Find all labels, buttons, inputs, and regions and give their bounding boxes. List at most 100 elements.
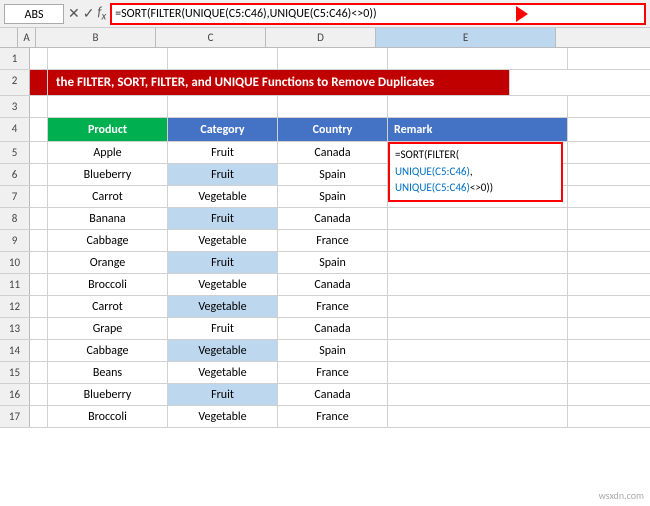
cell-17d[interactable]: France — [278, 406, 388, 427]
cell-7a[interactable] — [30, 186, 48, 207]
cell-2a[interactable] — [30, 70, 48, 95]
cell-5c[interactable]: Fruit — [168, 142, 278, 163]
row-16: 16 Blueberry Fruit Canada — [0, 384, 650, 406]
cell-12d[interactable]: France — [278, 296, 388, 317]
cell-3c[interactable] — [168, 96, 278, 117]
col-header-b[interactable]: B — [36, 28, 156, 47]
function-icon[interactable]: fx — [97, 5, 106, 23]
cell-16d[interactable]: Canada — [278, 384, 388, 405]
cell-1e[interactable] — [388, 48, 568, 69]
cell-13c[interactable]: Fruit — [168, 318, 278, 339]
cell-14d[interactable]: Spain — [278, 340, 388, 361]
cell-10a[interactable] — [30, 252, 48, 273]
cell-16a[interactable] — [30, 384, 48, 405]
cell-6d[interactable]: Spain — [278, 164, 388, 185]
cell-12a[interactable] — [30, 296, 48, 317]
cell-9d[interactable]: France — [278, 230, 388, 251]
cell-12c[interactable]: Vegetable — [168, 296, 278, 317]
rownum-15: 15 — [0, 362, 30, 383]
cell-9c[interactable]: Vegetable — [168, 230, 278, 251]
cell-7d[interactable]: Spain — [278, 186, 388, 207]
remark-arg1: UNIQUE(C5:C46) — [395, 165, 470, 178]
cell-6a[interactable] — [30, 164, 48, 185]
cell-3b[interactable] — [48, 96, 168, 117]
cell-15c[interactable]: Vegetable — [168, 362, 278, 383]
cell-8d[interactable]: Canada — [278, 208, 388, 229]
cell-17e[interactable] — [388, 406, 568, 427]
cell-11e[interactable] — [388, 274, 568, 295]
cell-1a[interactable] — [30, 48, 48, 69]
cell-3a[interactable] — [30, 96, 48, 117]
col-header-d[interactable]: D — [266, 28, 376, 47]
cell-8a[interactable] — [30, 208, 48, 229]
cell-1c[interactable] — [168, 48, 278, 69]
cell-14c[interactable]: Vegetable — [168, 340, 278, 361]
cell-14a[interactable] — [30, 340, 48, 361]
formula-bar-row: ABS ✕ ✓ fx =SORT(FILTER(UNIQUE(C5:C46),U… — [0, 0, 650, 28]
col-header-e[interactable]: E — [376, 28, 556, 47]
cell-8c[interactable]: Fruit — [168, 208, 278, 229]
cell-7b[interactable]: Carrot — [48, 186, 168, 207]
cell-4e-remark[interactable]: Remark — [388, 118, 568, 141]
cell-4b-product[interactable]: Product — [48, 118, 168, 141]
cell-14e[interactable] — [388, 340, 568, 361]
cell-1d[interactable] — [278, 48, 388, 69]
remark-formula-overlay: =SORT(FILTER( UNIQUE(C5:C46), UNIQUE(C5:… — [388, 142, 563, 202]
row-9: 9 Cabbage Vegetable France — [0, 230, 650, 252]
cell-17c[interactable]: Vegetable — [168, 406, 278, 427]
cell-13a[interactable] — [30, 318, 48, 339]
cell-10b[interactable]: Orange — [48, 252, 168, 273]
cell-15a[interactable] — [30, 362, 48, 383]
cell-6b[interactable]: Blueberry — [48, 164, 168, 185]
cell-14b[interactable]: Cabbage — [48, 340, 168, 361]
cell-16c[interactable]: Fruit — [168, 384, 278, 405]
confirm-icon[interactable]: ✓ — [83, 5, 95, 22]
cell-10d[interactable]: Spain — [278, 252, 388, 273]
name-box[interactable]: ABS — [4, 4, 64, 24]
cell-5b[interactable]: Apple — [48, 142, 168, 163]
col-header-a[interactable]: A — [18, 28, 36, 47]
cell-11a[interactable] — [30, 274, 48, 295]
remark-arg2: UNIQUE(C5:C46) — [395, 181, 470, 194]
cell-16b[interactable]: Blueberry — [48, 384, 168, 405]
cell-12e[interactable] — [388, 296, 568, 317]
cell-3d[interactable] — [278, 96, 388, 117]
cell-15b[interactable]: Beans — [48, 362, 168, 383]
cell-10c[interactable]: Fruit — [168, 252, 278, 273]
row-3: 3 — [0, 96, 650, 118]
rownum-8: 8 — [0, 208, 30, 229]
cell-3e[interactable] — [388, 96, 568, 117]
cell-7c[interactable]: Vegetable — [168, 186, 278, 207]
cell-11c[interactable]: Vegetable — [168, 274, 278, 295]
cell-11b[interactable]: Broccoli — [48, 274, 168, 295]
cell-10e[interactable] — [388, 252, 568, 273]
col-header-c[interactable]: C — [156, 28, 266, 47]
cell-17b[interactable]: Broccoli — [48, 406, 168, 427]
row-13: 13 Grape Fruit Canada — [0, 318, 650, 340]
cell-9e[interactable] — [388, 230, 568, 251]
cell-16e[interactable] — [388, 384, 568, 405]
cell-17a[interactable] — [30, 406, 48, 427]
cell-8e[interactable] — [388, 208, 568, 229]
cell-6c[interactable]: Fruit — [168, 164, 278, 185]
cell-13d[interactable]: Canada — [278, 318, 388, 339]
cell-12b[interactable]: Carrot — [48, 296, 168, 317]
cell-1b[interactable] — [48, 48, 168, 69]
cancel-icon[interactable]: ✕ — [68, 5, 80, 22]
cell-15d[interactable]: France — [278, 362, 388, 383]
cell-5a[interactable] — [30, 142, 48, 163]
row-2: 2 the FILTER, SORT, FILTER, and UNIQUE F… — [0, 70, 650, 96]
cell-9b[interactable]: Cabbage — [48, 230, 168, 251]
cell-9a[interactable] — [30, 230, 48, 251]
cell-4d-country[interactable]: Country — [278, 118, 388, 141]
cell-13e[interactable] — [388, 318, 568, 339]
cell-4a[interactable] — [30, 118, 48, 141]
cell-8b[interactable]: Banana — [48, 208, 168, 229]
cell-13b[interactable]: Grape — [48, 318, 168, 339]
formula-bar[interactable]: =SORT(FILTER(UNIQUE(C5:C46),UNIQUE(C5:C4… — [110, 3, 646, 25]
cell-15e[interactable] — [388, 362, 568, 383]
cell-5d[interactable]: Canada — [278, 142, 388, 163]
row-15: 15 Beans Vegetable France — [0, 362, 650, 384]
cell-11d[interactable]: Canada — [278, 274, 388, 295]
cell-4c-category[interactable]: Category — [168, 118, 278, 141]
